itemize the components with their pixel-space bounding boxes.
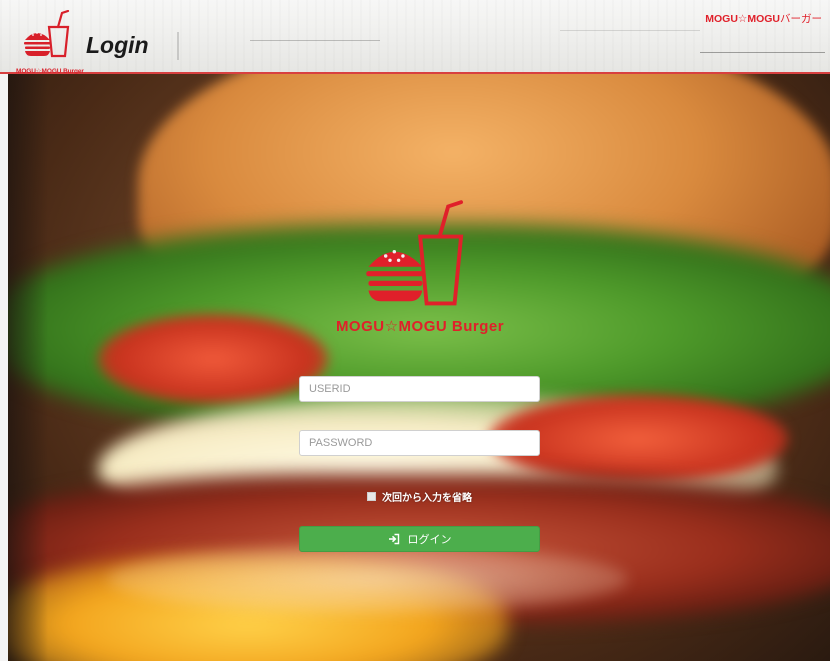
hero-onion [108, 544, 628, 614]
remember-label: 次回から入力を省略 [382, 492, 472, 504]
brand-link-bold: MOGU☆MOGU [705, 13, 780, 25]
brand-link-rest: バーガー [780, 13, 822, 25]
header-bar: MOGU☆MOGU Burger Login MOGU☆MOGUバーガー [0, 0, 830, 75]
userid-input[interactable] [299, 376, 540, 402]
wood-grain [250, 40, 380, 41]
burger-and-drink-icon [24, 10, 70, 58]
password-input[interactable] [299, 430, 540, 456]
wood-divider [177, 32, 179, 60]
hero-vignette [8, 74, 48, 661]
login-button-label: ログイン [407, 534, 452, 546]
burger-and-drink-icon [366, 200, 464, 306]
sign-in-icon [388, 533, 399, 545]
login-page: MOGU☆MOGU Burger Login MOGU☆MOGUバーガー MOG… [0, 0, 830, 661]
remember-me[interactable]: 次回から入力を省略 [367, 489, 472, 504]
login-button[interactable]: ログイン [299, 526, 540, 552]
wood-grain [560, 30, 700, 31]
hero-background-image [8, 74, 830, 661]
hero-tomato [98, 314, 328, 404]
header-logo[interactable]: MOGU☆MOGU Burger [14, 10, 84, 75]
remember-checkbox[interactable] [367, 491, 376, 501]
brand-link[interactable]: MOGU☆MOGUバーガー [705, 11, 822, 26]
center-logo-caption: MOGU☆MOGU Burger [335, 318, 505, 335]
page-title: Login [86, 32, 149, 58]
wood-grain [700, 52, 825, 53]
